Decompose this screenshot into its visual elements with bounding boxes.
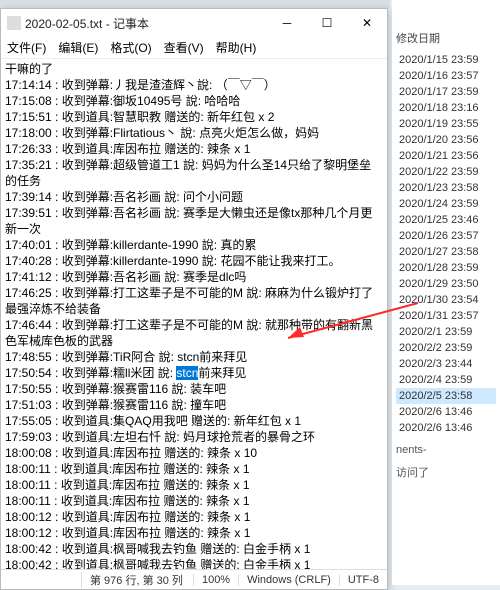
text-selection: stcn	[176, 366, 198, 380]
column-header-date[interactable]: 修改日期	[396, 30, 496, 46]
text-line-selected[interactable]: 17:50:54 : 收到弹幕:糯ll米团 說: stcn前来拜见	[5, 365, 383, 381]
menubar: 文件(F) 编辑(E) 格式(O) 查看(V) 帮助(H)	[1, 37, 387, 59]
text-line[interactable]: 17:41:12 : 收到弹幕:吾名衫画 說: 赛季是dlc吗	[5, 269, 383, 285]
notepad-window: 2020-02-05.txt - 记事本 ─ ☐ ✕ 文件(F) 编辑(E) 格…	[0, 8, 388, 590]
text-line[interactable]: 17:50:55 : 收到弹幕:猴赛雷116 說: 装车吧	[5, 381, 383, 397]
file-list-item[interactable]: 2020/2/4 23:59	[396, 372, 496, 388]
text-content[interactable]: 干嘛的了17:14:14 : 收到弹幕:丿我是渣渣辉丶說: （￣▽￣）17:15…	[1, 59, 387, 569]
text-line[interactable]: 17:55:05 : 收到道具:集QAQ用我吧 赠送的: 新年红包 x 1	[5, 413, 383, 429]
file-list-item[interactable]: 2020/2/5 23:58	[396, 388, 496, 404]
text-line[interactable]: 17:14:14 : 收到弹幕:丿我是渣渣辉丶說: （￣▽￣）	[5, 77, 383, 93]
text-line[interactable]: 17:59:03 : 收到道具:左坦右忏 說: 妈月球抢荒者的暴骨之环	[5, 429, 383, 445]
file-list-item[interactable]: 2020/1/21 23:56	[396, 148, 496, 164]
minimize-button[interactable]: ─	[267, 9, 307, 37]
text-line[interactable]: 17:39:14 : 收到弹幕:吾名衫画 說: 问个小问题	[5, 189, 383, 205]
file-list-item[interactable]: 2020/2/1 23:59	[396, 324, 496, 340]
maximize-button[interactable]: ☐	[307, 9, 347, 37]
text-line[interactable]: 17:15:08 : 收到弹幕:御坂10495号 說: 哈哈哈	[5, 93, 383, 109]
file-list-item[interactable]: 2020/2/2 23:59	[396, 340, 496, 356]
file-list-item[interactable]: 2020/2/6 13:46	[396, 404, 496, 420]
file-list-item[interactable]: 2020/1/28 23:59	[396, 260, 496, 276]
file-list-item[interactable]: 2020/1/16 23:57	[396, 68, 496, 84]
text-line[interactable]: 17:46:25 : 收到弹幕:打工这辈子是不可能的M 說: 麻麻为什么锻炉打了…	[5, 285, 383, 317]
file-list-item[interactable]: 2020/2/3 23:44	[396, 356, 496, 372]
file-list-item[interactable]: 2020/1/15 23:59	[396, 52, 496, 68]
menu-help[interactable]: 帮助(H)	[216, 39, 257, 56]
titlebar[interactable]: 2020-02-05.txt - 记事本 ─ ☐ ✕	[1, 9, 387, 37]
file-list-item[interactable]: 2020/1/19 23:55	[396, 116, 496, 132]
file-list-item[interactable]: 2020/1/23 23:58	[396, 180, 496, 196]
text-line[interactable]: 18:00:11 : 收到道具:库因布拉 赠送的: 辣条 x 1	[5, 461, 383, 477]
text-line[interactable]: 17:40:28 : 收到弹幕:killerdante-1990 說: 花园不能…	[5, 253, 383, 269]
text-line[interactable]: 17:40:01 : 收到弹幕:killerdante-1990 說: 真的累	[5, 237, 383, 253]
text-line[interactable]: 17:18:00 : 收到弹幕:Flirtatious丶 說: 点亮火炬怎么做，…	[5, 125, 383, 141]
menu-view[interactable]: 查看(V)	[164, 39, 204, 56]
text-line[interactable]: 干嘛的了	[5, 61, 383, 77]
file-list-item[interactable]: 2020/1/24 23:59	[396, 196, 496, 212]
background-blur	[0, 0, 390, 8]
file-list-panel: 修改日期 2020/1/15 23:592020/1/16 23:572020/…	[392, 0, 500, 585]
text-line[interactable]: 18:00:12 : 收到道具:库因布拉 赠送的: 辣条 x 1	[5, 525, 383, 541]
text-line[interactable]: 17:51:03 : 收到弹幕:猴赛雷116 說: 撞车吧	[5, 397, 383, 413]
status-eol: Windows (CRLF)	[238, 574, 339, 586]
menu-file[interactable]: 文件(F)	[7, 39, 46, 56]
close-button[interactable]: ✕	[347, 9, 387, 37]
file-list-item[interactable]: 2020/1/26 23:57	[396, 228, 496, 244]
text-line[interactable]: 18:00:42 : 收到道具:枫哥喊我去钓鱼 赠送的: 白金手柄 x 1	[5, 557, 383, 569]
text-line[interactable]: 17:48:55 : 收到弹幕:TiR阿合 說: stcn前来拜见	[5, 349, 383, 365]
text-line[interactable]: 17:15:51 : 收到道具:智慧职教 赠送的: 新年红包 x 2	[5, 109, 383, 125]
text-line[interactable]: 17:26:33 : 收到道具:库因布拉 赠送的: 辣条 x 1	[5, 141, 383, 157]
app-icon	[7, 16, 21, 30]
status-encoding: UTF-8	[339, 574, 387, 586]
date-list: 2020/1/15 23:592020/1/16 23:572020/1/17 …	[396, 52, 496, 436]
status-zoom: 100%	[193, 574, 238, 586]
text-line[interactable]: 18:00:08 : 收到道具:库因布拉 赠送的: 辣条 x 10	[5, 445, 383, 461]
file-list-item[interactable]: 2020/1/17 23:59	[396, 84, 496, 100]
text-line[interactable]: 18:00:12 : 收到道具:库因布拉 赠送的: 辣条 x 1	[5, 509, 383, 525]
text-line[interactable]: 17:35:21 : 收到弹幕:超级管道工1 說: 妈妈为什么圣14只给了黎明堡…	[5, 157, 383, 189]
file-list-item[interactable]: 2020/1/31 23:57	[396, 308, 496, 324]
text-line[interactable]: 17:46:44 : 收到弹幕:打工这辈子是不可能的M 說: 就那种带的有翻新黑…	[5, 317, 383, 349]
text-line[interactable]: 17:39:51 : 收到弹幕:吾名衫画 說: 赛季是大懒虫还是像tx那种几个月…	[5, 205, 383, 237]
text-line[interactable]: 18:00:42 : 收到道具:枫哥喊我去钓鱼 赠送的: 白金手柄 x 1	[5, 541, 383, 557]
file-list-item[interactable]: 2020/1/22 23:59	[396, 164, 496, 180]
file-list-item[interactable]: 2020/1/27 23:58	[396, 244, 496, 260]
menu-edit[interactable]: 编辑(E)	[58, 39, 98, 56]
footer-text-2: 访问了	[396, 464, 496, 480]
file-list-item[interactable]: 2020/1/20 23:56	[396, 132, 496, 148]
status-position: 第 976 行, 第 30 列	[81, 572, 193, 588]
window-title: 2020-02-05.txt - 记事本	[25, 15, 149, 32]
file-list-item[interactable]: 2020/1/25 23:46	[396, 212, 496, 228]
file-list-item[interactable]: 2020/1/18 23:16	[396, 100, 496, 116]
file-list-item[interactable]: 2020/1/29 23:50	[396, 276, 496, 292]
text-line[interactable]: 18:00:11 : 收到道具:库因布拉 赠送的: 辣条 x 1	[5, 493, 383, 509]
menu-format[interactable]: 格式(O)	[110, 39, 151, 56]
statusbar: 第 976 行, 第 30 列 100% Windows (CRLF) UTF-…	[1, 569, 387, 589]
file-list-item[interactable]: 2020/2/6 13:46	[396, 420, 496, 436]
text-line[interactable]: 18:00:11 : 收到道具:库因布拉 赠送的: 辣条 x 1	[5, 477, 383, 493]
file-list-item[interactable]: 2020/1/30 23:54	[396, 292, 496, 308]
footer-text-1: nents-	[396, 444, 496, 456]
